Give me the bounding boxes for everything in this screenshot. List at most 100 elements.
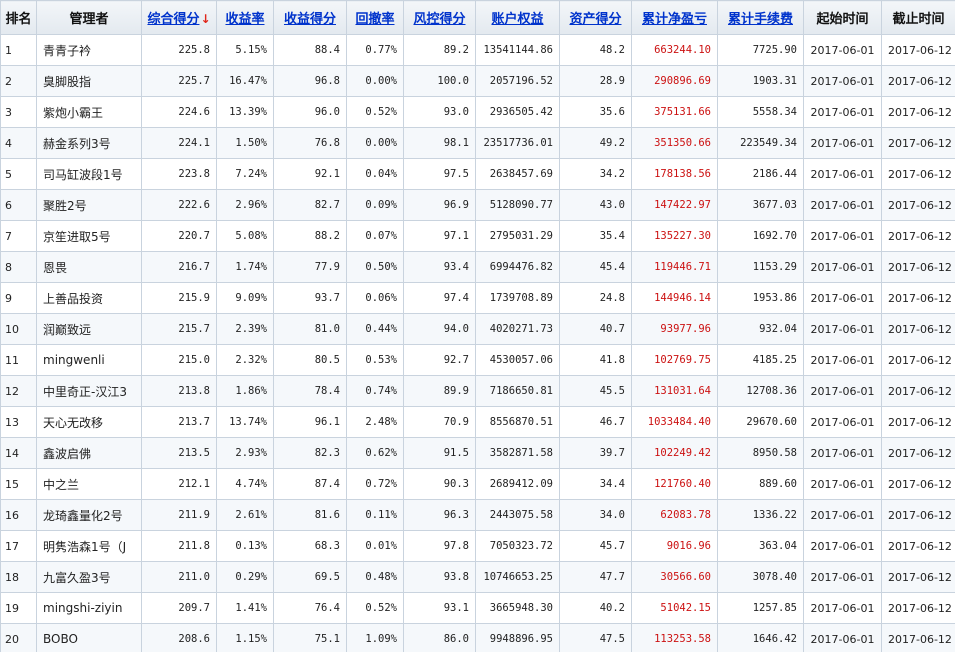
cell-return-score: 96.8 bbox=[273, 65, 347, 97]
column-header-label: 综合得分 bbox=[147, 12, 200, 27]
column-header-account-equity[interactable]: 账户权益 bbox=[475, 0, 560, 35]
cell-end-time: 2017-06-12 bbox=[881, 127, 955, 159]
cell-risk-score: 97.8 bbox=[403, 530, 476, 562]
cell-cumulative-pnl: 93977.96 bbox=[631, 313, 718, 345]
cell-cumulative-pnl: 144946.14 bbox=[631, 282, 718, 314]
cell-return-rate: 0.29% bbox=[216, 561, 274, 593]
cell-asset-score: 35.6 bbox=[559, 96, 632, 128]
column-header-cumulative-fees[interactable]: 累计手续费 bbox=[717, 0, 804, 35]
cell-manager: 九富久盈3号 bbox=[36, 561, 142, 593]
cell-drawdown-rate: 0.74% bbox=[346, 375, 404, 407]
cell-composite-score: 215.7 bbox=[141, 313, 217, 345]
column-header-return-rate[interactable]: 收益率 bbox=[216, 0, 274, 35]
cell-cumulative-pnl: 290896.69 bbox=[631, 65, 718, 97]
cell-start-time: 2017-06-01 bbox=[803, 375, 882, 407]
cell-return-rate: 1.41% bbox=[216, 592, 274, 624]
cell-drawdown-rate: 0.01% bbox=[346, 530, 404, 562]
cell-rank: 9 bbox=[0, 282, 37, 314]
cell-end-time: 2017-06-12 bbox=[881, 468, 955, 500]
cell-cumulative-fees: 1692.70 bbox=[717, 220, 804, 252]
cell-end-time: 2017-06-12 bbox=[881, 65, 955, 97]
cell-manager: 恩畏 bbox=[36, 251, 142, 283]
cell-risk-score: 94.0 bbox=[403, 313, 476, 345]
cell-return-rate: 1.15% bbox=[216, 623, 274, 652]
column-header-label: 排名 bbox=[5, 12, 32, 27]
table-row: 17 明隽浩森1号（J 211.8 0.13% 68.3 0.01% 97.8 7050323… bbox=[0, 530, 955, 562]
cell-cumulative-fees: 363.04 bbox=[717, 530, 804, 562]
cell-return-score: 87.4 bbox=[273, 468, 347, 500]
table-row: 13 天心无改移 213.7 13.74% 96.1 2.48% 70.9 8556870.5… bbox=[0, 406, 955, 438]
cell-account-equity: 2936505.42 bbox=[475, 96, 560, 128]
cell-start-time: 2017-06-01 bbox=[803, 96, 882, 128]
cell-rank: 18 bbox=[0, 561, 37, 593]
cell-composite-score: 216.7 bbox=[141, 251, 217, 283]
cell-end-time: 2017-06-12 bbox=[881, 530, 955, 562]
cell-start-time: 2017-06-01 bbox=[803, 220, 882, 252]
column-header-risk-score[interactable]: 风控得分 bbox=[403, 0, 476, 35]
cell-drawdown-rate: 0.52% bbox=[346, 592, 404, 624]
table-row: 14 鑫波启佛 213.5 2.93% 82.3 0.62% 91.5 3582871.58 3… bbox=[0, 437, 955, 469]
cell-return-score: 80.5 bbox=[273, 344, 347, 376]
cell-return-rate: 5.15% bbox=[216, 34, 274, 66]
cell-return-rate: 9.09% bbox=[216, 282, 274, 314]
cell-drawdown-rate: 0.00% bbox=[346, 65, 404, 97]
column-header-label: 累计手续费 bbox=[727, 12, 793, 27]
table-row: 9 上善品投资 215.9 9.09% 93.7 0.06% 97.4 1739708.89 2… bbox=[0, 282, 955, 314]
cell-risk-score: 89.9 bbox=[403, 375, 476, 407]
column-header-start-time: 起始时间 bbox=[803, 0, 882, 35]
cell-return-score: 82.3 bbox=[273, 437, 347, 469]
cell-return-rate: 5.08% bbox=[216, 220, 274, 252]
cell-start-time: 2017-06-01 bbox=[803, 437, 882, 469]
column-header-drawdown-rate[interactable]: 回撤率 bbox=[346, 0, 404, 35]
cell-drawdown-rate: 0.04% bbox=[346, 158, 404, 190]
cell-asset-score: 45.5 bbox=[559, 375, 632, 407]
cell-return-score: 76.4 bbox=[273, 592, 347, 624]
cell-cumulative-fees: 3078.40 bbox=[717, 561, 804, 593]
cell-start-time: 2017-06-01 bbox=[803, 406, 882, 438]
cell-return-rate: 2.96% bbox=[216, 189, 274, 221]
cell-composite-score: 224.1 bbox=[141, 127, 217, 159]
cell-end-time: 2017-06-12 bbox=[881, 158, 955, 190]
cell-end-time: 2017-06-12 bbox=[881, 437, 955, 469]
table-row: 20 BOBO 208.6 1.15% 75.1 1.09% 86.0 9948896.95 4… bbox=[0, 623, 955, 652]
cell-cumulative-fees: 1153.29 bbox=[717, 251, 804, 283]
cell-account-equity: 2689412.09 bbox=[475, 468, 560, 500]
cell-cumulative-fees: 932.04 bbox=[717, 313, 804, 345]
cell-rank: 19 bbox=[0, 592, 37, 624]
table-row: 2 臭脚股指 225.7 16.47% 96.8 0.00% 100.0 2057196.52… bbox=[0, 65, 955, 97]
cell-manager: 聚胜2号 bbox=[36, 189, 142, 221]
cell-composite-score: 215.0 bbox=[141, 344, 217, 376]
cell-manager: 赫金系列3号 bbox=[36, 127, 142, 159]
cell-cumulative-fees: 12708.36 bbox=[717, 375, 804, 407]
cell-cumulative-pnl: 119446.71 bbox=[631, 251, 718, 283]
cell-drawdown-rate: 2.48% bbox=[346, 406, 404, 438]
cell-return-score: 88.4 bbox=[273, 34, 347, 66]
table-row: 7 京笙进取5号 220.7 5.08% 88.2 0.07% 97.1 2795031.29… bbox=[0, 220, 955, 252]
cell-cumulative-fees: 29670.60 bbox=[717, 406, 804, 438]
column-header-composite-score[interactable]: 综合得分↓ bbox=[141, 0, 217, 35]
column-header-cumulative-pnl[interactable]: 累计净盈亏 bbox=[631, 0, 718, 35]
column-header-return-score[interactable]: 收益得分 bbox=[273, 0, 347, 35]
table-row: 12 中里奇正-汉江3 213.8 1.86% 78.4 0.74% 89.9 7186650… bbox=[0, 375, 955, 407]
cell-cumulative-fees: 1336.22 bbox=[717, 499, 804, 531]
table-row: 18 九富久盈3号 211.0 0.29% 69.5 0.48% 93.8 10746653.… bbox=[0, 561, 955, 593]
column-header-asset-score[interactable]: 资产得分 bbox=[559, 0, 632, 35]
cell-cumulative-pnl: 30566.60 bbox=[631, 561, 718, 593]
cell-return-score: 76.8 bbox=[273, 127, 347, 159]
cell-composite-score: 224.6 bbox=[141, 96, 217, 128]
cell-manager: 紫炮小霸王 bbox=[36, 96, 142, 128]
cell-rank: 16 bbox=[0, 499, 37, 531]
cell-asset-score: 28.9 bbox=[559, 65, 632, 97]
cell-cumulative-pnl: 131031.64 bbox=[631, 375, 718, 407]
table-row: 16 龙琦鑫量化2号 211.9 2.61% 81.6 0.11% 96.3 2443075.… bbox=[0, 499, 955, 531]
cell-return-score: 92.1 bbox=[273, 158, 347, 190]
cell-drawdown-rate: 0.52% bbox=[346, 96, 404, 128]
cell-risk-score: 93.8 bbox=[403, 561, 476, 593]
cell-account-equity: 4530057.06 bbox=[475, 344, 560, 376]
cell-composite-score: 223.8 bbox=[141, 158, 217, 190]
cell-risk-score: 89.2 bbox=[403, 34, 476, 66]
cell-cumulative-pnl: 62083.78 bbox=[631, 499, 718, 531]
cell-end-time: 2017-06-12 bbox=[881, 96, 955, 128]
cell-cumulative-fees: 3677.03 bbox=[717, 189, 804, 221]
cell-asset-score: 47.5 bbox=[559, 623, 632, 652]
